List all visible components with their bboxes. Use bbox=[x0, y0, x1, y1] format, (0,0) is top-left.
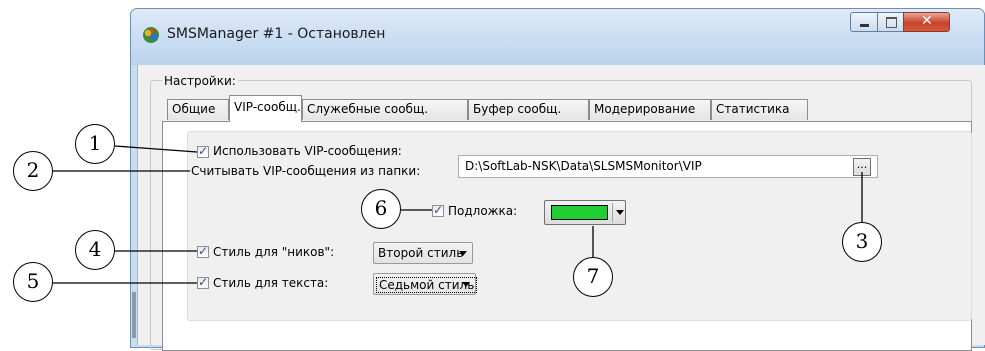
callout-4: 4 bbox=[75, 230, 115, 270]
callout-line-1 bbox=[114, 145, 198, 153]
callout-6: 6 bbox=[361, 189, 401, 229]
callout-7: 7 bbox=[573, 257, 613, 297]
callout-2: 2 bbox=[13, 151, 53, 191]
callout-1: 1 bbox=[75, 124, 115, 164]
callout-lines bbox=[53, 145, 863, 284]
tab-vip[interactable]: VIP-сообщ. bbox=[229, 95, 302, 122]
callout-3: 3 bbox=[842, 222, 882, 262]
callout-5: 5 bbox=[13, 262, 53, 302]
